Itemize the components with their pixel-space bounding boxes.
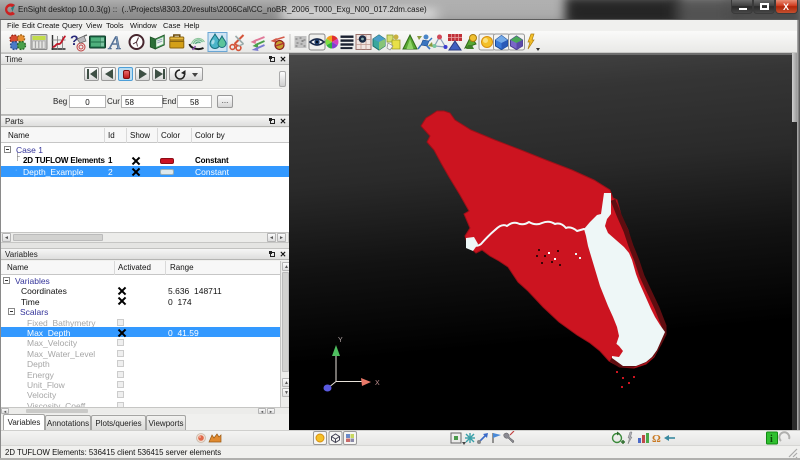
svg-text:A: A [107,33,121,53]
svg-text:X: X [375,380,380,387]
svg-text:Ω: Ω [652,433,661,445]
svg-text:Y: Y [338,337,343,344]
svg-text:i: i [770,434,773,445]
